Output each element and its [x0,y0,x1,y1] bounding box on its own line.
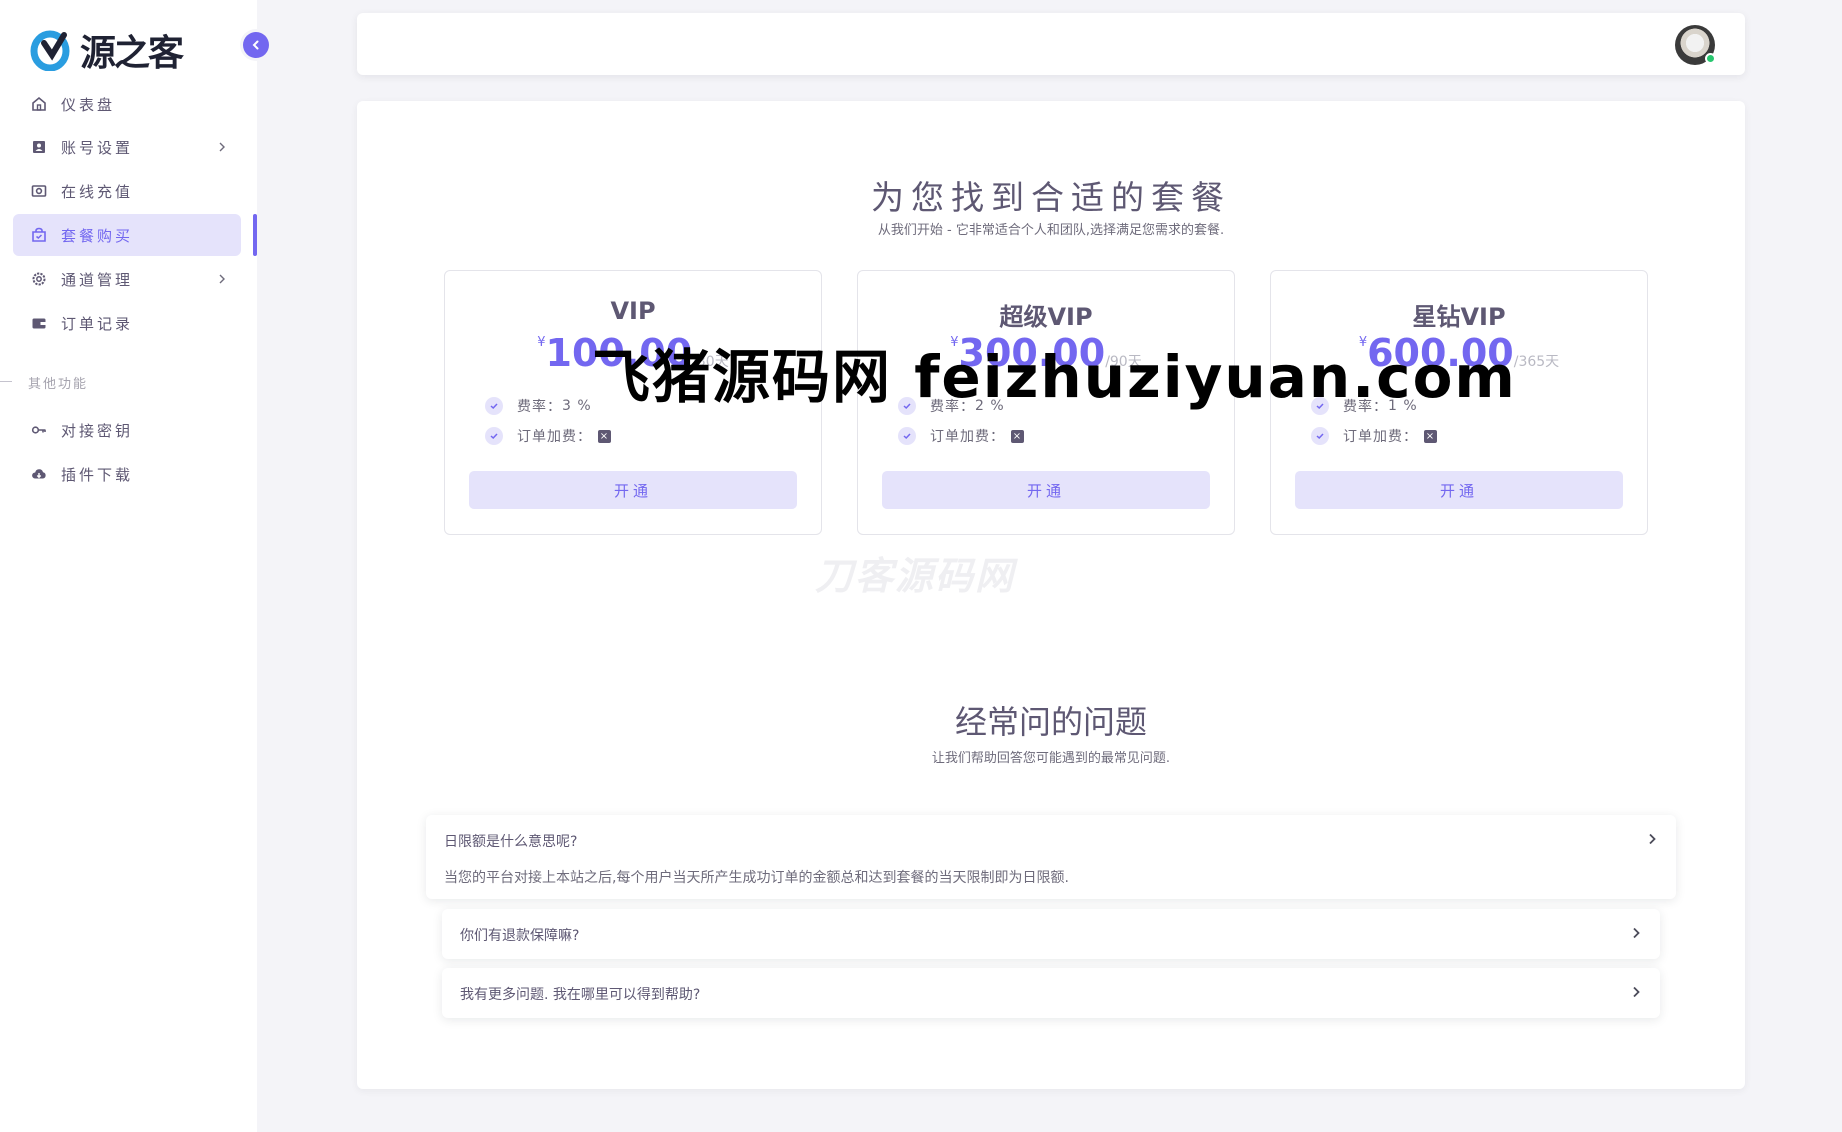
chevron-right-icon [217,271,227,289]
sidebar-item-api-key[interactable]: 对接密钥 [13,409,241,451]
plan-name: 超级VIP [999,303,1093,331]
online-status-icon [1705,53,1716,64]
feature-value: 1 % [1388,398,1418,414]
main-content: 为您找到合适的套餐 从我们开始 - 它非常适合个人和团队,选择满足您需求的套餐.… [357,101,1745,1089]
close-icon: × [1424,429,1437,443]
logo-text: 源之客 [80,33,184,74]
plan-feature-order-fee: 订单加费： × [1311,426,1437,446]
check-icon [898,397,916,415]
plan-name: VIP [610,297,656,325]
wallet-icon [29,313,49,333]
feature-label: 费率： [517,399,562,415]
price-period: /30天 [692,354,729,370]
plan-card-vip: VIP ¥100.00/30天 费率： 3 % 订单加费： × 开通 [444,270,822,535]
check-icon [1311,427,1329,445]
faq-question: 日限额是什么意思呢? [444,834,578,850]
faq-title: 经常问的问题 [954,703,1147,741]
feature-value: 2 % [975,398,1005,414]
sidebar-item-account-settings[interactable]: 账号设置 [13,126,241,168]
faq-answer: 当您的平台对接上本站之后,每个用户当天所产生成功订单的金额总和达到套餐的当天限制… [444,870,1069,886]
feature-label: 费率： [1343,399,1388,415]
sidebar-item-label: 仪表盘 [61,95,116,114]
feature-label: 订单加费： [1343,429,1418,445]
sidebar-item-package-purchase[interactable]: 套餐购买 [13,214,241,256]
chevron-left-icon [252,40,259,50]
faq-item[interactable]: 你们有退款保障嘛? [442,909,1660,959]
sidebar-item-label: 订单记录 [61,314,134,333]
feature-label: 订单加费： [517,429,592,445]
sidebar-item-label: 插件下载 [61,465,134,484]
sidebar-item-plugin-download[interactable]: 插件下载 [13,453,241,495]
plan-feature-rate: 费率： 2 % [898,396,1005,416]
cloud-download-icon [29,464,49,484]
feature-label: 订单加费： [930,429,1005,445]
chevron-right-icon [1630,984,1642,1003]
camera-icon [29,181,49,201]
sidebar-item-label: 对接密钥 [61,421,134,440]
price-amount: 600.00 [1367,331,1514,375]
app-logo[interactable]: 源之客 [30,24,184,76]
active-indicator [253,214,257,256]
currency-symbol: ¥ [537,335,546,350]
plan-card-diamond-vip: 星钻VIP ¥600.00/365天 费率： 1 % 订单加费： × 开通 [1270,270,1648,535]
sidebar-item-label: 在线充值 [61,182,134,201]
top-navbar [357,13,1745,75]
check-icon [485,427,503,445]
price-period: /365天 [1513,354,1560,370]
logo-icon [30,30,70,71]
close-icon: × [598,429,611,443]
section-divider [0,381,12,382]
check-icon [1311,397,1329,415]
pricing-title: 为您找到合适的套餐 [871,178,1231,217]
currency-symbol: ¥ [1358,335,1368,350]
chevron-right-icon [217,139,227,157]
plan-price: ¥100.00/30天 [445,331,821,375]
plan-feature-rate: 费率： 3 % [485,396,592,416]
user-avatar[interactable] [1675,25,1716,65]
open-plan-button[interactable]: 开通 [469,471,797,509]
plan-price: ¥600.00/365天 [1271,331,1647,375]
open-plan-button[interactable]: 开通 [1295,471,1623,509]
faq-subtitle: 让我们帮助回答您可能遇到的最常见问题. [931,751,1171,766]
plan-price: ¥300.00/90天 [858,331,1234,375]
price-amount: 100.00 [545,331,693,375]
sidebar-item-dashboard[interactable]: 仪表盘 [13,83,241,125]
sidebar-item-online-recharge[interactable]: 在线充值 [13,170,241,212]
plan-feature-order-fee: 订单加费： × [485,426,611,446]
price-amount: 300.00 [958,331,1106,375]
gear-icon [29,269,49,289]
feature-label: 费率： [930,399,975,415]
plan-name: 星钻VIP [1412,303,1506,331]
faq-item[interactable]: 我有更多问题. 我在哪里可以得到帮助? [442,968,1660,1018]
shopping-bag-icon [29,225,49,245]
close-icon: × [1011,429,1024,443]
sidebar-item-label: 账号设置 [61,138,134,157]
pricing-subtitle: 从我们开始 - 它非常适合个人和团队,选择满足您需求的套餐. [877,223,1225,238]
check-icon [485,397,503,415]
sidebar-item-label: 套餐购买 [61,226,134,245]
home-icon [29,94,49,114]
sidebar-item-channel-management[interactable]: 通道管理 [13,258,241,300]
sidebar-item-label: 通道管理 [61,270,134,289]
section-label-other: 其他功能 [28,377,89,392]
faq-item-expanded[interactable]: 日限额是什么意思呢? 当您的平台对接上本站之后,每个用户当天所产生成功订单的金额… [426,815,1676,899]
plan-feature-rate: 费率： 1 % [1311,396,1418,416]
faq-question: 我有更多问题. 我在哪里可以得到帮助? [460,987,701,1003]
price-period: /90天 [1105,354,1142,370]
key-icon [29,420,49,440]
account-icon [29,137,49,157]
feature-value: 3 % [562,398,592,414]
sidebar-collapse-button[interactable] [243,32,269,58]
currency-symbol: ¥ [950,335,959,350]
sidebar: 源之客 仪表盘 账号设置 在线充值 套餐购买 通道管理 订单记录 其他功能 对接… [0,0,257,1132]
chevron-right-icon [1646,831,1658,850]
open-plan-button[interactable]: 开通 [882,471,1210,509]
faq-question: 你们有退款保障嘛? [460,928,580,944]
sidebar-item-order-records[interactable]: 订单记录 [13,302,241,344]
chevron-right-icon [1630,925,1642,944]
plan-feature-order-fee: 订单加费： × [898,426,1024,446]
check-icon [898,427,916,445]
plan-card-super-vip: 超级VIP ¥300.00/90天 费率： 2 % 订单加费： × 开通 [857,270,1235,535]
